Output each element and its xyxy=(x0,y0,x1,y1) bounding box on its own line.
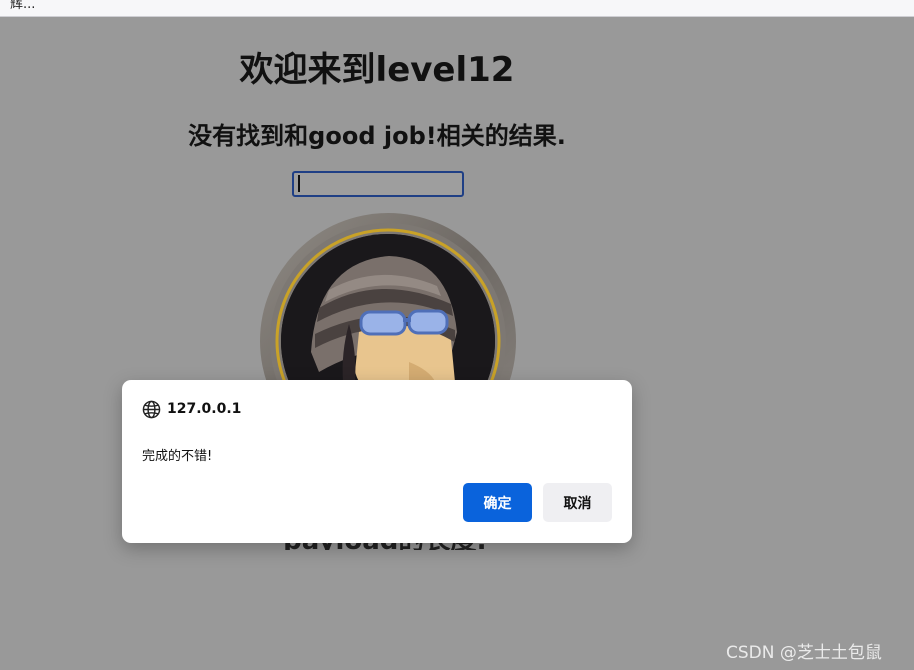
dialog-origin: 127.0.0.1 xyxy=(167,401,242,417)
search-result-text: 没有找到和good job!相关的结果. xyxy=(188,122,566,150)
cancel-button[interactable]: 取消 xyxy=(543,483,612,522)
page-title: 欢迎来到level12 xyxy=(239,50,515,90)
globe-icon xyxy=(142,400,161,419)
ok-button[interactable]: 确定 xyxy=(463,483,532,522)
csdn-watermark: CSDN @芝士土包鼠 xyxy=(726,643,882,663)
text-caret xyxy=(298,175,300,192)
tab-title-fragment: 辉... xyxy=(10,0,36,12)
search-input[interactable] xyxy=(292,171,464,197)
browser-tab-strip: 辉... xyxy=(0,0,914,17)
dialog-message: 完成的不错! xyxy=(142,449,213,464)
alert-dialog: 127.0.0.1 完成的不错! 确定 取消 xyxy=(122,380,632,543)
